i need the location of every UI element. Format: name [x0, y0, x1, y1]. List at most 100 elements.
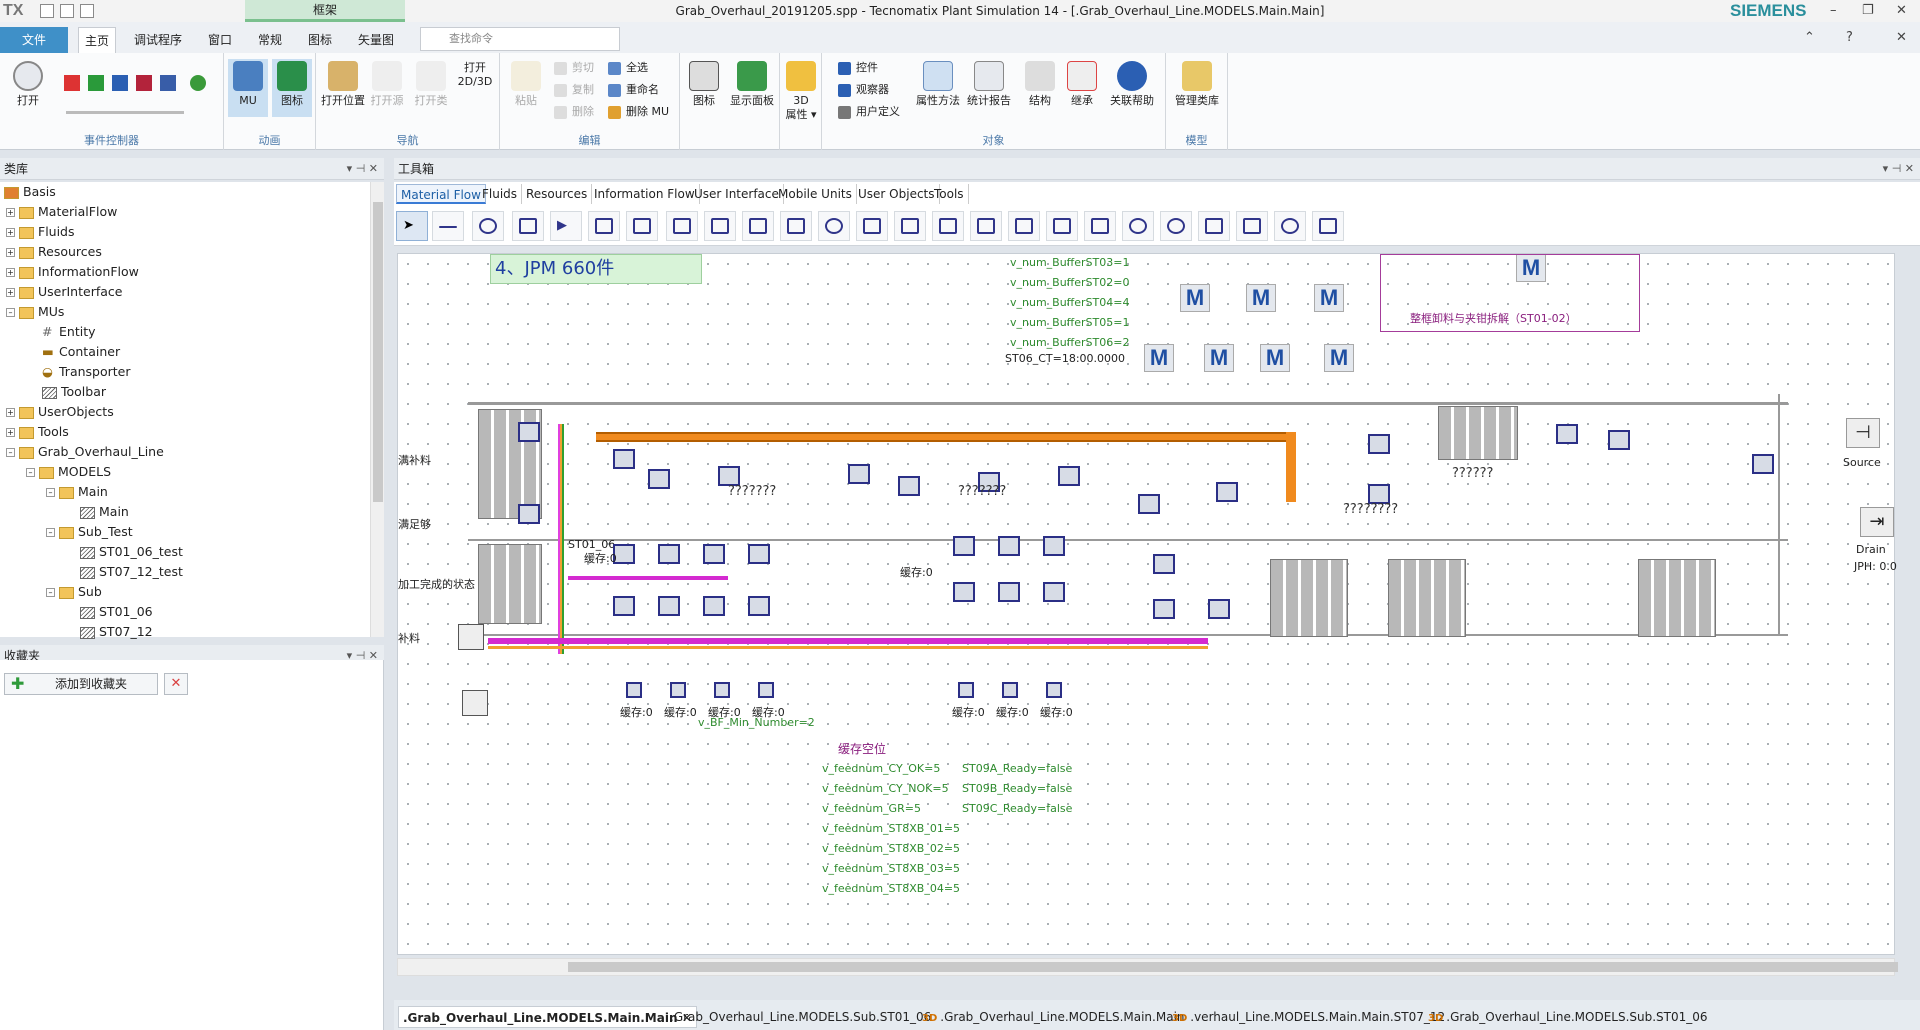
inner-track[interactable]	[568, 576, 728, 580]
tab-resources[interactable]: Resources	[522, 184, 593, 204]
mu-animation-button[interactable]: MU	[228, 59, 268, 117]
inherit-button[interactable]: 继承	[1062, 61, 1102, 108]
tab-debugger[interactable]: 调试程序	[128, 27, 188, 53]
station-icon[interactable]	[718, 466, 740, 486]
method-icon[interactable]: M	[1246, 284, 1276, 312]
station-icon[interactable]	[1058, 466, 1080, 486]
start-icon[interactable]	[88, 75, 104, 91]
tree-item-materialflow[interactable]: + MaterialFlow	[6, 202, 117, 222]
method-icon[interactable]: M	[1314, 284, 1344, 312]
panel-controls-icon[interactable]: ▾ ⊣ ✕	[1883, 158, 1914, 180]
context-tab-frame[interactable]: 框架	[245, 0, 405, 22]
drain-tool-icon[interactable]	[626, 211, 658, 241]
transfer-station-tool-icon[interactable]	[1274, 211, 1306, 241]
tree-item-toolbar[interactable]: Toolbar	[42, 382, 106, 402]
scrollbar-thumb[interactable]	[568, 962, 1898, 972]
stop-icon[interactable]	[136, 75, 152, 91]
model-canvas[interactable]: 4、JPM 660件 v_num_BufferST03=1 v_num_Buff…	[397, 253, 1895, 955]
station-icon[interactable]	[613, 596, 635, 616]
save-as-icon[interactable]	[80, 4, 94, 18]
sensor-icon[interactable]	[758, 682, 774, 698]
tree-item-main-frame[interactable]: Main	[80, 502, 129, 522]
user-defined-button[interactable]: 用户定义	[838, 105, 900, 119]
doc-tab-sub-st01-06[interactable]: .Grab_Overhaul_Line.MODELS.Sub.ST01_06	[666, 1006, 935, 1028]
icon-animation-button[interactable]: 图标	[272, 59, 312, 117]
tab-mobile-units[interactable]: Mobile Units	[774, 184, 857, 204]
tree-item-main-folder[interactable]: – Main	[46, 482, 108, 502]
station-icon[interactable]	[1153, 554, 1175, 574]
turnplate-tool-icon[interactable]	[1236, 211, 1268, 241]
angular-converter-tool-icon[interactable]	[1122, 211, 1154, 241]
station-icon[interactable]	[658, 596, 680, 616]
tab-file[interactable]: 文件	[0, 27, 68, 53]
tab-fluids[interactable]: Fluids	[478, 184, 523, 204]
generator-tool-icon[interactable]	[932, 211, 964, 241]
sensor-icon[interactable]	[958, 682, 974, 698]
select-all-button[interactable]: 全选	[608, 61, 648, 75]
tab-window[interactable]: 窗口	[202, 27, 238, 53]
restore-icon[interactable]: ❐	[1862, 3, 1874, 18]
speed-slider[interactable]	[66, 111, 184, 114]
station-icon[interactable]	[998, 536, 1020, 556]
copy-button[interactable]: 复制	[554, 83, 594, 97]
tree-item-transporter[interactable]: ◒ Transporter	[42, 362, 130, 382]
buffer-tool-icon[interactable]	[970, 211, 1002, 241]
station-icon[interactable]	[613, 449, 635, 469]
vertical-track[interactable]	[558, 424, 564, 654]
doc-tab-3d-st07-12[interactable]: 3D .verhaul_Line.MODELS.Main.Main.ST07_12	[1168, 1006, 1449, 1028]
station-icon[interactable]	[1153, 599, 1175, 619]
source-node[interactable]: ⊣	[1846, 418, 1880, 448]
dismantle-tool-icon[interactable]	[780, 211, 812, 241]
sorter-tool-icon[interactable]	[1046, 211, 1078, 241]
station-icon[interactable]	[1216, 482, 1238, 502]
tab-information-flow[interactable]: Information Flow	[590, 184, 700, 204]
placebuffer-tool-icon[interactable]	[1008, 211, 1040, 241]
frame-tool-icon[interactable]	[512, 211, 544, 241]
tab-material-flow[interactable]: Material Flow	[396, 184, 486, 204]
station-icon[interactable]	[998, 582, 1020, 602]
tree-item-sub[interactable]: – Sub	[46, 582, 102, 602]
reset-icon[interactable]	[64, 75, 80, 91]
method-icon[interactable]: M	[1204, 344, 1234, 372]
method-icon[interactable]: M	[1260, 344, 1290, 372]
tab-icons[interactable]: 图标	[302, 27, 338, 53]
rack-left-lower[interactable]	[478, 544, 542, 624]
tree-item-st01-06-test[interactable]: ST01_06_test	[80, 542, 183, 562]
sensor-icon[interactable]	[626, 682, 642, 698]
doc-tab-3d-main[interactable]: 3D .Grab_Overhaul_Line.MODELS.Main.Main	[918, 1006, 1189, 1028]
tree-item-st07-12[interactable]: ST07_12	[80, 622, 153, 642]
method-icon[interactable]: M	[1324, 344, 1354, 372]
sensor-icon[interactable]	[1002, 682, 1018, 698]
bottom-track-orange[interactable]	[488, 646, 1208, 649]
manage-library-button[interactable]: 管理类库	[1170, 61, 1224, 108]
library-scrollbar[interactable]	[370, 182, 384, 637]
tree-item-basis[interactable]: Basis	[4, 182, 56, 202]
doc-tab-3d-st01-06[interactable]: 3D .Grab_Overhaul_Line.MODELS.Sub.ST01_06	[1424, 1006, 1712, 1028]
station-icon[interactable]	[748, 596, 770, 616]
structure-button[interactable]: 结构	[1020, 61, 1060, 108]
rack-lower-3[interactable]	[1638, 559, 1716, 637]
station-icon[interactable]	[1368, 434, 1390, 454]
rack-lower-2[interactable]	[1388, 559, 1466, 637]
connector-tool-icon[interactable]	[432, 211, 464, 241]
canvas-horizontal-scrollbar[interactable]	[397, 958, 1898, 976]
method-icon[interactable]: M	[1144, 344, 1174, 372]
panel-controls-icon[interactable]: ▾ ⊣ ✕	[347, 158, 378, 180]
tree-item-resources[interactable]: + Resources	[6, 242, 102, 262]
tree-item-container[interactable]: ▬ Container	[42, 342, 120, 362]
scrollbar-thumb[interactable]	[373, 202, 383, 502]
tab-tools[interactable]: Tools	[930, 184, 969, 204]
control-button[interactable]: 控件	[838, 61, 878, 75]
tree-item-entity[interactable]: # Entity	[42, 322, 96, 342]
statistics-report-button[interactable]: 统计报告	[964, 61, 1014, 108]
station-icon[interactable]	[1608, 430, 1630, 450]
station-icon[interactable]	[518, 504, 540, 524]
ribbon-collapse-icon[interactable]: ⌃	[1804, 30, 1815, 45]
bottom-track-magenta[interactable]	[488, 638, 1208, 644]
tree-item-mus[interactable]: – MUs	[6, 302, 64, 322]
overhead-conveyor-drop[interactable]	[1286, 432, 1296, 502]
station-icon[interactable]	[953, 582, 975, 602]
rename-button[interactable]: 重命名	[608, 83, 659, 97]
delete-button[interactable]: 删除	[554, 105, 594, 119]
delete-mu-button[interactable]: 删除 MU	[608, 105, 669, 119]
